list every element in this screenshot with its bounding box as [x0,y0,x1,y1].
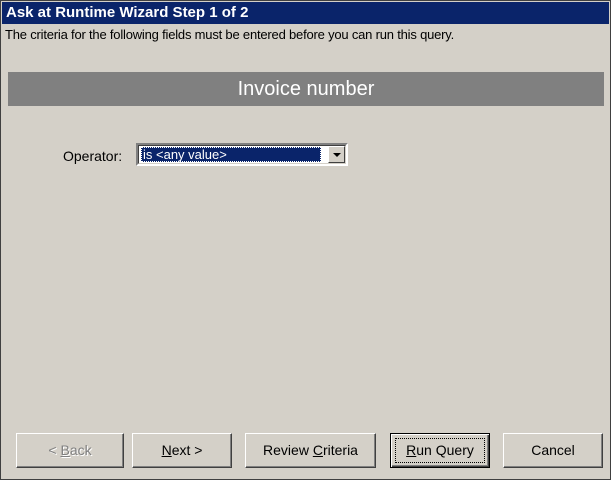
operator-label: Operator: [63,148,123,164]
field-header: Invoice number [8,72,604,106]
back-button[interactable]: < Back [16,433,124,468]
operator-dropdown[interactable]: is <any value> [136,143,348,166]
review-criteria-button[interactable]: Review Criteria [245,433,376,468]
window-title: Ask at Runtime Wizard Step 1 of 2 [2,2,609,24]
run-query-button[interactable]: Run Query [390,433,490,468]
next-button[interactable]: Next > [132,433,232,468]
cancel-button[interactable]: Cancel [503,433,603,468]
chevron-down-icon[interactable] [328,146,345,163]
instructions-text: The criteria for the following fields mu… [5,27,455,42]
wizard-window: Ask at Runtime Wizard Step 1 of 2 The cr… [0,0,611,480]
operator-selected-value[interactable]: is <any value> [141,147,321,162]
